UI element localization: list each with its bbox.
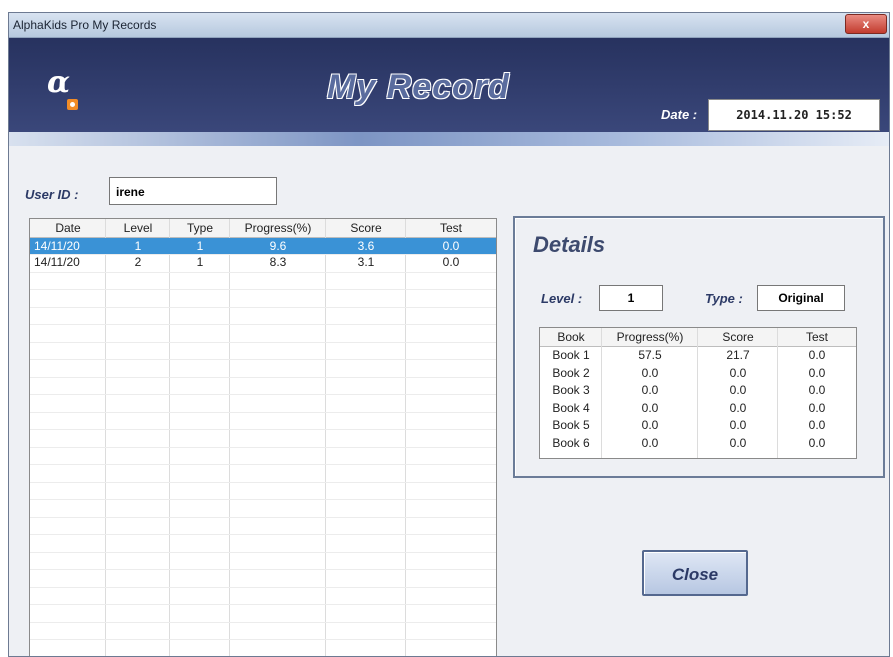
- date-field: 2014.11.20 15:52: [708, 99, 880, 131]
- row-divider: [30, 377, 496, 378]
- row-divider: [30, 307, 496, 308]
- book-value: 0.0: [641, 383, 659, 397]
- close-button[interactable]: Close: [642, 550, 748, 596]
- record-row[interactable]: 14/11/20 2 1 8.3 3.1 0.0: [30, 254, 496, 270]
- row-divider: [30, 447, 496, 448]
- book-value: 0.0: [729, 400, 747, 415]
- banner-stripe: [9, 132, 889, 146]
- book-column-header: Score: [722, 330, 754, 344]
- book-value: 0.0: [729, 365, 747, 380]
- book-details-table[interactable]: Book Progress(%) Score Test Book 1 57.5 21.7 0.…: [539, 327, 857, 459]
- book-value: 0.0: [729, 383, 747, 397]
- row-divider: [30, 359, 496, 360]
- user-id-label: User ID :: [25, 187, 79, 202]
- logo-badge-icon: [67, 99, 78, 110]
- row-divider: [30, 569, 496, 570]
- row-divider: [30, 499, 496, 500]
- title-bar[interactable]: AlphaKids Pro My Records x: [9, 13, 889, 38]
- column-divider: [169, 219, 170, 656]
- column-divider: [105, 219, 106, 656]
- book-value: 57.5: [638, 348, 662, 362]
- row-divider: [30, 272, 496, 273]
- alpha-logo-icon: α: [47, 65, 71, 100]
- record-cell: 3.1: [357, 255, 375, 269]
- record-cell: 1: [196, 239, 204, 253]
- window-title: AlphaKids Pro My Records: [13, 18, 157, 32]
- record-cell: 14/11/20: [34, 255, 80, 269]
- type-label: Type :: [705, 291, 743, 306]
- row-divider: [30, 604, 496, 605]
- book-name: Book 3: [552, 383, 590, 397]
- row-divider: [30, 394, 496, 395]
- window-close-icon[interactable]: x: [845, 14, 887, 34]
- row-divider: [30, 639, 496, 640]
- book-column-header: Book: [557, 330, 585, 344]
- book-value: 0.0: [641, 365, 659, 380]
- book-name: Book 2: [552, 365, 590, 380]
- record-cell: 0.0: [442, 255, 460, 269]
- level-label: Level :: [541, 291, 583, 306]
- record-row[interactable]: 14/11/20 1 1 9.6 3.6 0.0: [30, 238, 496, 254]
- record-cell: 14/11/20: [34, 239, 80, 253]
- record-cell: 0.0: [442, 239, 460, 253]
- row-divider: [30, 622, 496, 623]
- record-cell: 3.6: [357, 239, 375, 253]
- book-value: 0.0: [641, 418, 659, 432]
- record-cell: 8.3: [269, 255, 287, 269]
- column-divider: [229, 219, 230, 656]
- book-name: Book 5: [552, 418, 590, 432]
- book-value: 0.0: [729, 418, 747, 432]
- level-field: 1: [599, 285, 663, 311]
- row-divider: [30, 517, 496, 518]
- book-value: 0.0: [808, 383, 826, 397]
- row-divider: [30, 552, 496, 553]
- details-title: Details: [533, 232, 606, 257]
- details-panel: Details Level : 1 Type : Original Book Pr…: [513, 216, 885, 478]
- row-divider: [30, 482, 496, 483]
- record-cell: 9.6: [269, 239, 287, 253]
- records-column-header[interactable]: Test: [406, 220, 496, 236]
- book-name: Book 1: [552, 348, 590, 362]
- column-divider: [405, 219, 406, 656]
- records-column-header[interactable]: Progress(%): [230, 220, 326, 236]
- book-column-header: Test: [805, 330, 828, 344]
- book-value: 0.0: [808, 400, 826, 415]
- book-value: 0.0: [729, 435, 747, 450]
- page-title: My Record: [327, 68, 510, 106]
- records-list[interactable]: Date Level Type Progress(%) Score Test 14/11/2…: [29, 218, 497, 656]
- row-divider: [30, 412, 496, 413]
- book-value: 0.0: [808, 365, 826, 380]
- records-window: AlphaKids Pro My Records x α My Record D…: [8, 12, 890, 657]
- type-field: Original: [757, 285, 845, 311]
- book-column-header: Progress(%): [616, 330, 684, 344]
- book-value: 0.0: [808, 348, 826, 362]
- book-value: 21.7: [726, 348, 750, 362]
- book-name: Book 4: [552, 400, 590, 415]
- row-divider: [30, 289, 496, 290]
- row-divider: [30, 464, 496, 465]
- book-name: Book 6: [552, 435, 590, 450]
- book-value: 0.0: [808, 418, 826, 432]
- user-id-field[interactable]: irene: [109, 177, 277, 205]
- row-divider: [30, 324, 496, 325]
- book-value: 0.0: [808, 435, 826, 450]
- row-divider: [30, 534, 496, 535]
- book-value: 0.0: [641, 435, 659, 450]
- records-column-header[interactable]: Score: [326, 220, 406, 236]
- records-column-header[interactable]: Level: [106, 220, 170, 236]
- record-cell: 2: [134, 255, 142, 269]
- record-cell: 1: [134, 239, 142, 253]
- column-divider: [325, 219, 326, 656]
- record-cell: 1: [196, 255, 204, 269]
- records-column-header[interactable]: Date: [30, 220, 106, 236]
- book-value: 0.0: [641, 400, 659, 415]
- row-divider: [30, 429, 496, 430]
- date-label: Date :: [661, 107, 698, 122]
- records-column-header[interactable]: Type: [170, 220, 230, 236]
- row-divider: [30, 342, 496, 343]
- row-divider: [30, 587, 496, 588]
